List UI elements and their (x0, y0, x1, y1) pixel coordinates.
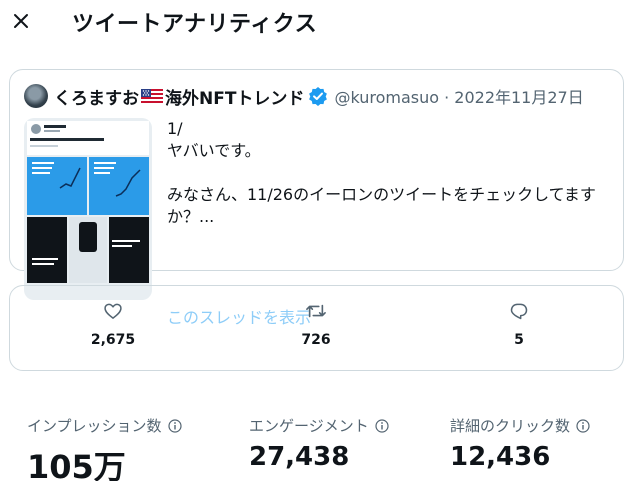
reply-icon (508, 300, 530, 322)
heart-icon (102, 300, 124, 322)
detail-clicks-label: 詳細のクリック数 (450, 417, 571, 435)
info-icon[interactable] (375, 418, 389, 433)
header-bar: ツイートアナリティクス (0, 0, 636, 44)
retweet-icon (305, 300, 327, 322)
author-name[interactable]: くろますお 海外NFTトレンド (54, 84, 304, 109)
engagement-stats-card: 2,675 726 5 (9, 285, 624, 371)
tweet-header: くろますお 海外NFTトレンド @kuromasuo · 2022年11月27日 (24, 82, 584, 110)
replies-stat[interactable]: 5 (459, 300, 579, 348)
info-icon[interactable] (167, 418, 182, 433)
author-name-suffix: 海外NFTトレンド (165, 88, 305, 109)
impressions-metric: インプレッション数 105万 (27, 415, 182, 481)
detail-clicks-metric: 詳細のクリック数 12,436 (450, 415, 590, 472)
close-icon (14, 14, 28, 28)
impressions-label-row: インプレッション数 (27, 415, 182, 436)
engagements-label: エンゲージメント (249, 417, 369, 435)
engagements-metric: エンゲージメント 27,438 (249, 415, 389, 472)
author-name-text: くろますお (54, 88, 139, 109)
tweet-text-line: 1/ (167, 119, 183, 138)
engagements-value: 27,438 (249, 442, 350, 472)
retweets-count: 726 (301, 332, 331, 348)
tweet-text-line: ヤバいです。 (167, 141, 261, 160)
tweet-text-line: か？... (167, 207, 215, 226)
likes-stat[interactable]: 2,675 (53, 300, 173, 348)
close-button[interactable] (8, 6, 34, 36)
replies-count: 5 (514, 332, 524, 348)
page-title: ツイートアナリティクス (72, 12, 318, 37)
likes-count: 2,675 (90, 332, 136, 348)
us-flag-icon (141, 88, 163, 104)
tweet-text-line: みなさん、11/26のイーロンのツイートをチェックしてます (167, 185, 596, 204)
engagements-label-row: エンゲージメント (249, 415, 389, 436)
detail-clicks-value: 12,436 (450, 442, 551, 472)
impressions-label: インプレッション数 (27, 417, 162, 435)
detail-clicks-label-row: 詳細のクリック数 (450, 415, 590, 436)
retweets-stat[interactable]: 726 (256, 300, 376, 348)
tweet-image-thumbnail[interactable] (24, 118, 152, 300)
tweet-card[interactable]: くろますお 海外NFTトレンド @kuromasuo · 2022年11月27日 (9, 69, 624, 327)
tweet-text: 1/ ヤバいです。 みなさん、11/26のイーロンのツイートをチェックしてます … (167, 118, 617, 228)
tweet-text-gap (167, 162, 617, 184)
avatar[interactable] (24, 84, 48, 108)
handle-and-date: @kuromasuo · 2022年11月27日 (334, 88, 584, 107)
verified-badge-icon (308, 86, 328, 106)
info-icon[interactable] (576, 418, 590, 433)
impressions-value: 105万 (27, 448, 126, 481)
